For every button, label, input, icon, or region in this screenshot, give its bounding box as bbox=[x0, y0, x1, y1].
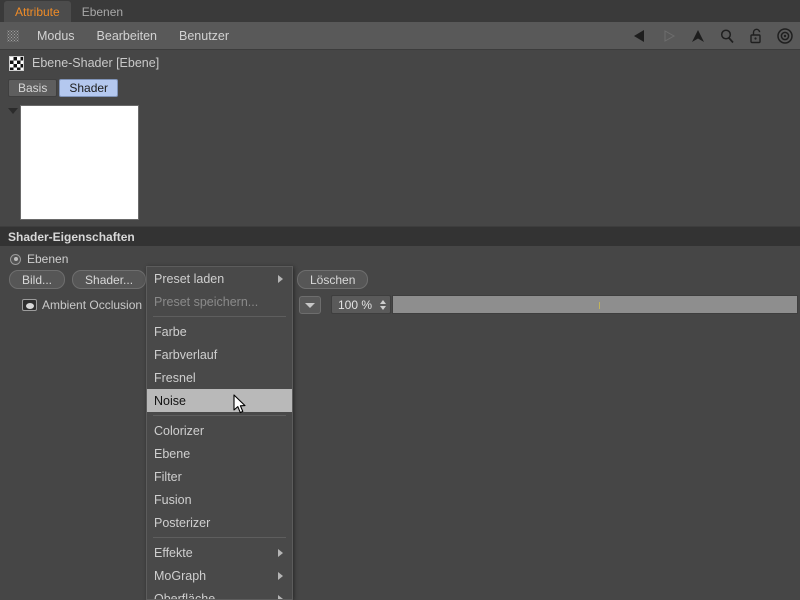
layers-radio-row[interactable]: Ebenen bbox=[10, 252, 68, 266]
subtab-basis-label: Basis bbox=[18, 81, 48, 95]
menu-item-farbverlauf[interactable]: Farbverlauf bbox=[147, 343, 292, 366]
menu-separator bbox=[153, 316, 286, 317]
menu-item-label: Ebene bbox=[154, 446, 191, 461]
lock-open-icon[interactable] bbox=[747, 27, 765, 45]
menu-item-oberfl-che[interactable]: Oberfläche bbox=[147, 587, 292, 600]
back-arrow-icon[interactable] bbox=[631, 27, 649, 45]
menu-item-filter[interactable]: Filter bbox=[147, 465, 292, 488]
object-title: Ebene-Shader [Ebene] bbox=[32, 56, 160, 70]
menu-item-label: Filter bbox=[154, 469, 182, 484]
menu-item-label: Fresnel bbox=[154, 370, 196, 385]
tab-ebenen[interactable]: Ebenen bbox=[70, 1, 135, 22]
mouse-pointer-icon bbox=[233, 394, 246, 414]
menu-item-label: Farbverlauf bbox=[154, 347, 218, 362]
chevron-down-icon bbox=[305, 302, 315, 308]
menu-item-fusion[interactable]: Fusion bbox=[147, 488, 292, 511]
search-icon[interactable] bbox=[718, 27, 736, 45]
menu-item-label: Colorizer bbox=[154, 423, 205, 438]
menu-item-farbe[interactable]: Farbe bbox=[147, 320, 292, 343]
submenu-arrow-icon bbox=[278, 548, 283, 557]
tab-attribute[interactable]: Attribute bbox=[4, 1, 71, 22]
shader-properties-panel: Ebenen Bild... Shader... Löschen Ambient… bbox=[0, 246, 800, 600]
menu-item-noise[interactable]: Noise bbox=[147, 389, 292, 412]
menu-item-effekte[interactable]: Effekte bbox=[147, 541, 292, 564]
image-button-label: Bild... bbox=[22, 272, 53, 287]
menu-item-label: Farbe bbox=[154, 324, 187, 339]
stepper-up-icon bbox=[380, 299, 386, 304]
radio-icon[interactable] bbox=[10, 253, 21, 265]
menu-separator bbox=[153, 415, 286, 416]
subtab-shader[interactable]: Shader bbox=[59, 79, 119, 97]
up-arrow-icon[interactable] bbox=[689, 27, 707, 45]
menu-item-mograph[interactable]: MoGraph bbox=[147, 564, 292, 587]
menu-item-ebene[interactable]: Ebene bbox=[147, 442, 292, 465]
layers-radio-label: Ebenen bbox=[27, 252, 69, 266]
shader-context-menu: Preset laden Preset speichern... Farbe Farb… bbox=[146, 266, 293, 600]
slider-tick bbox=[599, 302, 601, 309]
menu-bearbeiten[interactable]: Bearbeiten bbox=[87, 27, 167, 45]
shader-layer-icon bbox=[22, 299, 37, 311]
menu-item-label: Oberfläche bbox=[154, 591, 216, 600]
submenu-arrow-icon bbox=[278, 571, 283, 580]
menu-item-colorizer[interactable]: Colorizer bbox=[147, 419, 292, 442]
menu-item-preset-speichern: Preset speichern... bbox=[147, 290, 292, 313]
menu-benutzer-label: Benutzer bbox=[179, 28, 230, 43]
preview-area bbox=[0, 103, 800, 221]
menu-item-label: Effekte bbox=[154, 545, 193, 560]
layer-action-buttons: Bild... Shader... bbox=[9, 270, 147, 289]
submenu-arrow-icon bbox=[278, 274, 283, 283]
tab-attribute-label: Attribute bbox=[15, 4, 60, 19]
triangle-down-icon[interactable] bbox=[8, 108, 18, 114]
menu-item-label: Posterizer bbox=[154, 515, 211, 530]
image-button[interactable]: Bild... bbox=[9, 270, 66, 289]
opacity-value: 100 % bbox=[338, 297, 373, 312]
grip-dots-icon[interactable] bbox=[7, 29, 19, 42]
object-header: Ebene-Shader [Ebene] bbox=[0, 50, 800, 76]
menu-item-label: MoGraph bbox=[154, 568, 207, 583]
menu-benutzer[interactable]: Benutzer bbox=[169, 27, 239, 45]
delete-button[interactable]: Löschen bbox=[297, 270, 369, 289]
opacity-stepper[interactable] bbox=[380, 299, 386, 310]
menu-item-posterizer[interactable]: Posterizer bbox=[147, 511, 292, 534]
shader-button[interactable]: Shader... bbox=[72, 270, 147, 289]
forward-arrow-icon[interactable] bbox=[660, 27, 678, 45]
menu-bar: Modus Bearbeiten Benutzer bbox=[0, 22, 800, 50]
layer-row-ambient-occlusion[interactable]: Ambient Occlusion 100 % bbox=[0, 294, 800, 316]
checkerboard-icon bbox=[9, 55, 24, 71]
tab-ebenen-label: Ebenen bbox=[81, 4, 124, 19]
menu-bearbeiten-label: Bearbeiten bbox=[96, 28, 157, 43]
blend-mode-dropdown[interactable] bbox=[299, 296, 321, 314]
menu-separator bbox=[153, 537, 286, 538]
menu-item-label: Noise bbox=[154, 393, 186, 408]
window-tabstrip: Attribute Ebenen bbox=[0, 0, 800, 22]
delete-button-label: Löschen bbox=[310, 272, 356, 287]
menu-modus-label: Modus bbox=[37, 28, 75, 43]
section-title: Shader-Eigenschaften bbox=[8, 229, 135, 244]
shader-button-label: Shader... bbox=[85, 272, 134, 287]
menu-item-label: Preset laden bbox=[154, 271, 225, 286]
subtab-shader-label: Shader bbox=[69, 81, 109, 95]
opacity-field[interactable]: 100 % bbox=[331, 295, 391, 314]
stepper-down-icon bbox=[380, 305, 386, 310]
toolbar-icons bbox=[631, 22, 794, 50]
attribute-manager-window: Attribute Ebenen Modus Bearbeiten Benutz… bbox=[0, 0, 800, 600]
menu-item-fresnel[interactable]: Fresnel bbox=[147, 366, 292, 389]
menu-modus[interactable]: Modus bbox=[27, 27, 85, 45]
submenu-arrow-icon bbox=[278, 594, 283, 599]
menu-item-label: Fusion bbox=[154, 492, 192, 507]
shader-preview-swatch[interactable] bbox=[20, 105, 139, 220]
opacity-slider[interactable] bbox=[392, 295, 798, 314]
menu-item-label: Preset speichern... bbox=[154, 294, 259, 309]
target-icon[interactable] bbox=[776, 27, 794, 45]
menu-item-preset-laden[interactable]: Preset laden bbox=[147, 267, 292, 290]
subtab-basis[interactable]: Basis bbox=[8, 79, 58, 97]
layer-name: Ambient Occlusion bbox=[42, 298, 143, 312]
object-subtabs: Basis Shader bbox=[8, 79, 119, 97]
section-header-shader-properties: Shader-Eigenschaften bbox=[0, 226, 800, 246]
